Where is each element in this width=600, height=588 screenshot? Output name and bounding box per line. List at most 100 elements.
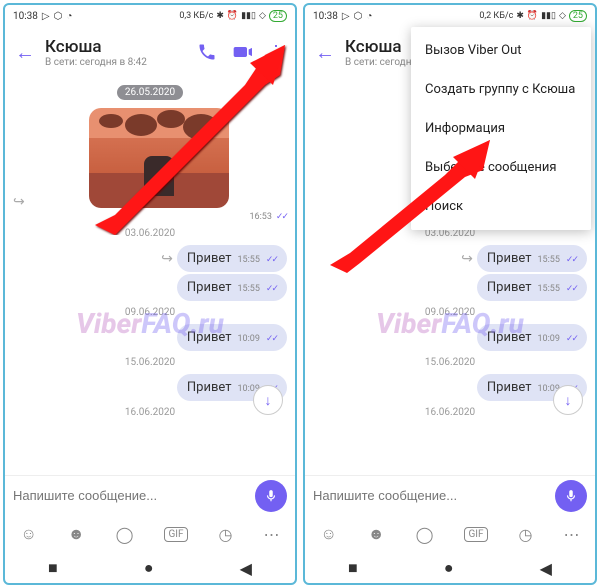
read-checks-icon: ✓✓ xyxy=(566,284,577,294)
context-menu: Вызов Viber Out Создать группу с Ксюша И… xyxy=(411,27,591,230)
signal-icon: ▮▮▯ xyxy=(241,11,256,21)
message-time: 15:55 xyxy=(237,284,259,294)
camera-icon[interactable]: ◯ xyxy=(416,525,434,544)
gif-icon[interactable]: GIF xyxy=(464,527,487,542)
left-screenshot: 10:38 ▷ ⬡ ◔ 0,3 КБ/с ✱ ⏰ ▮▮▯ ◇ 25 ← Ксюш… xyxy=(3,3,297,585)
more-icon[interactable]: ⋯ xyxy=(263,525,279,544)
mic-button[interactable] xyxy=(255,480,287,512)
mic-button[interactable] xyxy=(555,480,587,512)
statusbar: 10:38 ▷ ⬡ ◔ 0,2 КБ/с ✱ ⏰ ▮▮▯ ◇ 25 xyxy=(305,5,595,27)
statusbar: 10:38 ▷ ⬡ ◔ 0,3 КБ/с ✱ ⏰ ▮▮▯ ◇ 25 xyxy=(5,5,295,27)
date-label: 09.06.2020 xyxy=(313,307,587,318)
message-input[interactable] xyxy=(313,488,549,503)
emoji-icon[interactable]: ☻ xyxy=(68,524,85,544)
gif-icon[interactable]: GIF xyxy=(164,527,187,542)
message-text: Привет xyxy=(487,330,532,345)
sticker-icon[interactable]: ☺ xyxy=(20,524,36,544)
menu-create-group[interactable]: Создать группу с Ксюша xyxy=(411,70,591,109)
sticker-time: 16:53 xyxy=(249,212,271,222)
message-row[interactable]: Привет 10:09 ✓✓ xyxy=(313,324,587,351)
more-icon[interactable]: ⋯ xyxy=(563,525,579,544)
message-row[interactable]: Привет10:09✓✓ xyxy=(313,374,587,401)
menu-info[interactable]: Информация xyxy=(411,109,591,148)
input-bar xyxy=(5,475,295,515)
message-time: 15:55 xyxy=(537,284,559,294)
nav-back-icon[interactable]: ◀ xyxy=(240,559,252,578)
chat-title[interactable]: Ксюша xyxy=(45,37,187,57)
status-icon: ◔ xyxy=(66,11,72,22)
alarm-icon: ⏰ xyxy=(527,11,538,21)
message-text: Привет xyxy=(487,280,532,295)
input-bar xyxy=(305,475,595,515)
forward-icon[interactable]: ↪ xyxy=(461,251,473,267)
message-row[interactable]: Привет10:09✓✓ xyxy=(13,374,287,401)
message-row[interactable]: ↪ Привет15:55✓✓ xyxy=(313,245,587,272)
call-icon[interactable] xyxy=(197,42,217,62)
status-icon: ⬡ xyxy=(354,11,363,22)
date-label: 15.06.2020 xyxy=(13,357,287,368)
message-text: Привет xyxy=(487,251,532,266)
nav-recent-icon[interactable]: ■ xyxy=(48,558,58,578)
video-icon[interactable] xyxy=(231,42,253,62)
menu-viber-out[interactable]: Вызов Viber Out xyxy=(411,31,591,70)
status-time: 10:38 xyxy=(313,11,338,22)
message-row[interactable]: Привет10:09✓✓ xyxy=(13,324,287,351)
camera-icon[interactable]: ◯ xyxy=(116,525,134,544)
read-checks-icon: ✓✓ xyxy=(276,212,287,222)
date-label: 16.06.2020 xyxy=(13,407,287,418)
chat-area: 26.05.2020 ↪ 16:53✓✓ 03.06.2020 ↪ Привет… xyxy=(5,77,295,475)
nav-home-icon[interactable]: ● xyxy=(444,558,454,578)
read-checks-icon: ✓✓ xyxy=(566,334,577,344)
date-label: 09.06.2020 xyxy=(13,307,287,318)
android-navbar: ■ ● ◀ xyxy=(5,553,295,583)
nav-recent-icon[interactable]: ■ xyxy=(348,558,358,578)
chat-header: ← Ксюша В сети: сегодня в 8:42 ⋮ xyxy=(5,27,295,77)
back-icon[interactable]: ← xyxy=(15,40,35,65)
message-text: Привет xyxy=(187,330,232,345)
scroll-down-button[interactable]: ↓ xyxy=(253,385,283,415)
sticker-icon[interactable]: ☺ xyxy=(320,524,336,544)
timer-icon[interactable]: ◷ xyxy=(519,525,533,544)
wifi-icon: ◇ xyxy=(559,11,566,21)
more-icon[interactable]: ⋮ xyxy=(267,42,285,63)
scroll-down-button[interactable]: ↓ xyxy=(553,385,583,415)
message-time: 10:09 xyxy=(537,334,559,344)
status-icon: ▷ xyxy=(342,11,350,22)
net-speed: 0,3 КБ/с xyxy=(179,11,213,21)
attachment-toolbar: ☺ ☻ ◯ GIF ◷ ⋯ xyxy=(5,515,295,553)
nav-home-icon[interactable]: ● xyxy=(144,558,154,578)
message-row[interactable]: Привет 15:55 ✓✓ xyxy=(313,274,587,301)
date-chip: 26.05.2020 xyxy=(117,85,183,100)
status-icon: ◔ xyxy=(366,11,372,22)
message-input[interactable] xyxy=(13,488,249,503)
android-navbar: ■ ● ◀ xyxy=(305,553,595,583)
message-text: Привет xyxy=(187,380,232,395)
nav-back-icon[interactable]: ◀ xyxy=(540,559,552,578)
alarm-icon: ⏰ xyxy=(227,11,238,21)
status-icon: ▷ xyxy=(42,11,50,22)
sticker[interactable] xyxy=(89,108,229,208)
message-text: Привет xyxy=(187,280,232,295)
battery-icon: 25 xyxy=(269,10,287,22)
battery-icon: 25 xyxy=(569,10,587,22)
menu-select-messages[interactable]: Выберите сообщения xyxy=(411,148,591,187)
menu-search[interactable]: Поиск xyxy=(411,187,591,226)
forward-icon[interactable]: ↪ xyxy=(13,194,25,210)
bluetooth-icon: ✱ xyxy=(216,11,224,21)
forward-icon[interactable]: ↪ xyxy=(161,251,173,267)
message-row[interactable]: ↪ Привет 15:55 ✓✓ xyxy=(13,245,287,272)
message-row[interactable]: Привет 15:55 ✓✓ xyxy=(13,274,287,301)
message-text: Привет xyxy=(187,251,232,266)
message-text: Привет xyxy=(487,380,532,395)
read-checks-icon: ✓✓ xyxy=(266,284,277,294)
signal-icon: ▮▮▯ xyxy=(541,11,556,21)
timer-icon[interactable]: ◷ xyxy=(219,525,233,544)
date-label: 16.06.2020 xyxy=(313,407,587,418)
back-icon[interactable]: ← xyxy=(315,40,335,65)
emoji-icon[interactable]: ☻ xyxy=(368,524,385,544)
date-label: 15.06.2020 xyxy=(313,357,587,368)
message-time: 15:55 xyxy=(237,255,259,265)
read-checks-icon: ✓✓ xyxy=(266,255,277,265)
wifi-icon: ◇ xyxy=(259,11,266,21)
read-checks-icon: ✓✓ xyxy=(566,255,577,265)
